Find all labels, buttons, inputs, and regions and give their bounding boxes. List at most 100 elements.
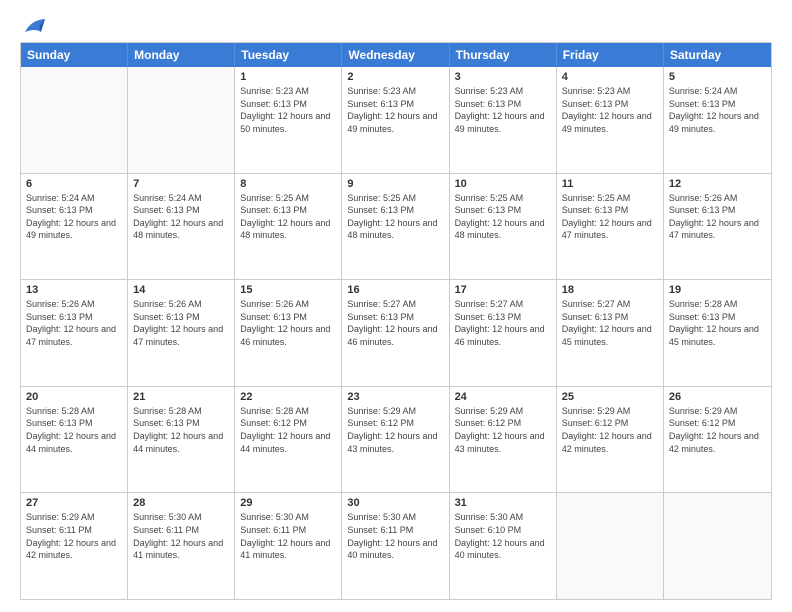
day-number: 20 — [26, 391, 122, 403]
day-number: 8 — [240, 178, 336, 190]
day-number: 25 — [562, 391, 658, 403]
day-info: Sunrise: 5:23 AM Sunset: 6:13 PM Dayligh… — [240, 85, 336, 135]
day-info: Sunrise: 5:27 AM Sunset: 6:13 PM Dayligh… — [562, 298, 658, 348]
day-info: Sunrise: 5:23 AM Sunset: 6:13 PM Dayligh… — [562, 85, 658, 135]
day-number: 13 — [26, 284, 122, 296]
header-day-tuesday: Tuesday — [235, 43, 342, 67]
calendar-cell: 16 Sunrise: 5:27 AM Sunset: 6:13 PM Dayli… — [342, 280, 449, 386]
day-info: Sunrise: 5:28 AM Sunset: 6:13 PM Dayligh… — [133, 405, 229, 455]
calendar-cell: 10Sunrise: 5:25 AM Sunset: 6:13 PM Dayli… — [450, 174, 557, 280]
calendar-week-1: 6 Sunrise: 5:24 AM Sunset: 6:13 PM Daylig… — [21, 173, 771, 280]
day-info: Sunrise: 5:27 AM Sunset: 6:13 PM Dayligh… — [347, 298, 443, 348]
day-info: Sunrise: 5:30 AM Sunset: 6:11 PM Dayligh… — [240, 511, 336, 561]
header-day-monday: Monday — [128, 43, 235, 67]
calendar-cell — [664, 493, 771, 599]
calendar-cell: 29 Sunrise: 5:30 AM Sunset: 6:11 PM Dayli… — [235, 493, 342, 599]
day-number: 21 — [133, 391, 229, 403]
day-number: 4 — [562, 71, 658, 83]
day-number: 16 — [347, 284, 443, 296]
day-number: 22 — [240, 391, 336, 403]
day-info: Sunrise: 5:24 AM Sunset: 6:13 PM Dayligh… — [26, 192, 122, 242]
day-number: 2 — [347, 71, 443, 83]
calendar-cell: 19 Sunrise: 5:28 AM Sunset: 6:13 PM Dayli… — [664, 280, 771, 386]
calendar-cell: 1Sunrise: 5:23 AM Sunset: 6:13 PM Daylig… — [235, 67, 342, 173]
calendar-week-4: 27 Sunrise: 5:29 AM Sunset: 6:11 PM Dayli… — [21, 492, 771, 599]
calendar-cell: 8 Sunrise: 5:25 AM Sunset: 6:13 PM Daylig… — [235, 174, 342, 280]
day-number: 12 — [669, 178, 766, 190]
day-number: 14 — [133, 284, 229, 296]
day-number: 19 — [669, 284, 766, 296]
calendar-cell: 9 Sunrise: 5:25 AM Sunset: 6:13 PM Daylig… — [342, 174, 449, 280]
day-number: 18 — [562, 284, 658, 296]
day-number: 28 — [133, 497, 229, 509]
day-info: Sunrise: 5:28 AM Sunset: 6:13 PM Dayligh… — [26, 405, 122, 455]
header-day-friday: Friday — [557, 43, 664, 67]
day-info: Sunrise: 5:27 AM Sunset: 6:13 PM Dayligh… — [455, 298, 551, 348]
calendar-cell: 4 Sunrise: 5:23 AM Sunset: 6:13 PM Daylig… — [557, 67, 664, 173]
day-info: Sunrise: 5:30 AM Sunset: 6:10 PM Dayligh… — [455, 511, 551, 561]
day-info: Sunrise: 5:26 AM Sunset: 6:13 PM Dayligh… — [133, 298, 229, 348]
calendar-cell: 25 Sunrise: 5:29 AM Sunset: 6:12 PM Dayli… — [557, 387, 664, 493]
calendar-cell: 21 Sunrise: 5:28 AM Sunset: 6:13 PM Dayli… — [128, 387, 235, 493]
day-number: 23 — [347, 391, 443, 403]
calendar-cell: 2 Sunrise: 5:23 AM Sunset: 6:13 PM Daylig… — [342, 67, 449, 173]
day-number: 17 — [455, 284, 551, 296]
day-number: 15 — [240, 284, 336, 296]
calendar-cell — [128, 67, 235, 173]
day-info: Sunrise: 5:25 AM Sunset: 6:13 PM Dayligh… — [562, 192, 658, 242]
day-info: Sunrise: 5:29 AM Sunset: 6:12 PM Dayligh… — [455, 405, 551, 455]
calendar-cell: 5Sunrise: 5:24 AM Sunset: 6:13 PM Daylig… — [664, 67, 771, 173]
day-info: Sunrise: 5:26 AM Sunset: 6:13 PM Dayligh… — [240, 298, 336, 348]
calendar-cell: 13 Sunrise: 5:26 AM Sunset: 6:13 PM Dayli… — [21, 280, 128, 386]
day-number: 5 — [669, 71, 766, 83]
logo — [20, 18, 45, 36]
calendar-cell: 24Sunrise: 5:29 AM Sunset: 6:12 PM Dayli… — [450, 387, 557, 493]
calendar-header-row: SundayMondayTuesdayWednesdayThursdayFrid… — [21, 43, 771, 67]
calendar-cell: 11Sunrise: 5:25 AM Sunset: 6:13 PM Dayli… — [557, 174, 664, 280]
day-info: Sunrise: 5:23 AM Sunset: 6:13 PM Dayligh… — [347, 85, 443, 135]
day-info: Sunrise: 5:29 AM Sunset: 6:12 PM Dayligh… — [347, 405, 443, 455]
calendar-cell: 14 Sunrise: 5:26 AM Sunset: 6:13 PM Dayli… — [128, 280, 235, 386]
logo-bird-icon — [23, 18, 45, 36]
page: SundayMondayTuesdayWednesdayThursdayFrid… — [0, 0, 792, 612]
day-number: 30 — [347, 497, 443, 509]
calendar-cell: 20 Sunrise: 5:28 AM Sunset: 6:13 PM Dayli… — [21, 387, 128, 493]
day-number: 7 — [133, 178, 229, 190]
logo-text — [20, 18, 45, 36]
day-info: Sunrise: 5:30 AM Sunset: 6:11 PM Dayligh… — [347, 511, 443, 561]
calendar-cell: 17 Sunrise: 5:27 AM Sunset: 6:13 PM Dayli… — [450, 280, 557, 386]
calendar: SundayMondayTuesdayWednesdayThursdayFrid… — [20, 42, 772, 600]
header-day-saturday: Saturday — [664, 43, 771, 67]
calendar-cell — [557, 493, 664, 599]
day-info: Sunrise: 5:23 AM Sunset: 6:13 PM Dayligh… — [455, 85, 551, 135]
header-day-sunday: Sunday — [21, 43, 128, 67]
day-number: 3 — [455, 71, 551, 83]
calendar-cell: 28 Sunrise: 5:30 AM Sunset: 6:11 PM Dayli… — [128, 493, 235, 599]
day-info: Sunrise: 5:29 AM Sunset: 6:11 PM Dayligh… — [26, 511, 122, 561]
calendar-cell: 26 Sunrise: 5:29 AM Sunset: 6:12 PM Dayli… — [664, 387, 771, 493]
day-number: 9 — [347, 178, 443, 190]
calendar-cell: 27 Sunrise: 5:29 AM Sunset: 6:11 PM Dayli… — [21, 493, 128, 599]
day-info: Sunrise: 5:28 AM Sunset: 6:13 PM Dayligh… — [669, 298, 766, 348]
calendar-cell: 3 Sunrise: 5:23 AM Sunset: 6:13 PM Daylig… — [450, 67, 557, 173]
day-number: 29 — [240, 497, 336, 509]
day-info: Sunrise: 5:29 AM Sunset: 6:12 PM Dayligh… — [562, 405, 658, 455]
day-info: Sunrise: 5:29 AM Sunset: 6:12 PM Dayligh… — [669, 405, 766, 455]
day-number: 26 — [669, 391, 766, 403]
calendar-week-3: 20 Sunrise: 5:28 AM Sunset: 6:13 PM Dayli… — [21, 386, 771, 493]
calendar-cell: 23 Sunrise: 5:29 AM Sunset: 6:12 PM Dayli… — [342, 387, 449, 493]
day-number: 6 — [26, 178, 122, 190]
header-day-thursday: Thursday — [450, 43, 557, 67]
calendar-cell: 31 Sunrise: 5:30 AM Sunset: 6:10 PM Dayli… — [450, 493, 557, 599]
day-info: Sunrise: 5:24 AM Sunset: 6:13 PM Dayligh… — [133, 192, 229, 242]
day-number: 31 — [455, 497, 551, 509]
day-info: Sunrise: 5:26 AM Sunset: 6:13 PM Dayligh… — [26, 298, 122, 348]
day-info: Sunrise: 5:30 AM Sunset: 6:11 PM Dayligh… — [133, 511, 229, 561]
calendar-cell: 6 Sunrise: 5:24 AM Sunset: 6:13 PM Daylig… — [21, 174, 128, 280]
day-info: Sunrise: 5:25 AM Sunset: 6:13 PM Dayligh… — [240, 192, 336, 242]
calendar-week-2: 13 Sunrise: 5:26 AM Sunset: 6:13 PM Dayli… — [21, 279, 771, 386]
day-info: Sunrise: 5:25 AM Sunset: 6:13 PM Dayligh… — [347, 192, 443, 242]
day-number: 27 — [26, 497, 122, 509]
calendar-cell — [21, 67, 128, 173]
day-info: Sunrise: 5:26 AM Sunset: 6:13 PM Dayligh… — [669, 192, 766, 242]
